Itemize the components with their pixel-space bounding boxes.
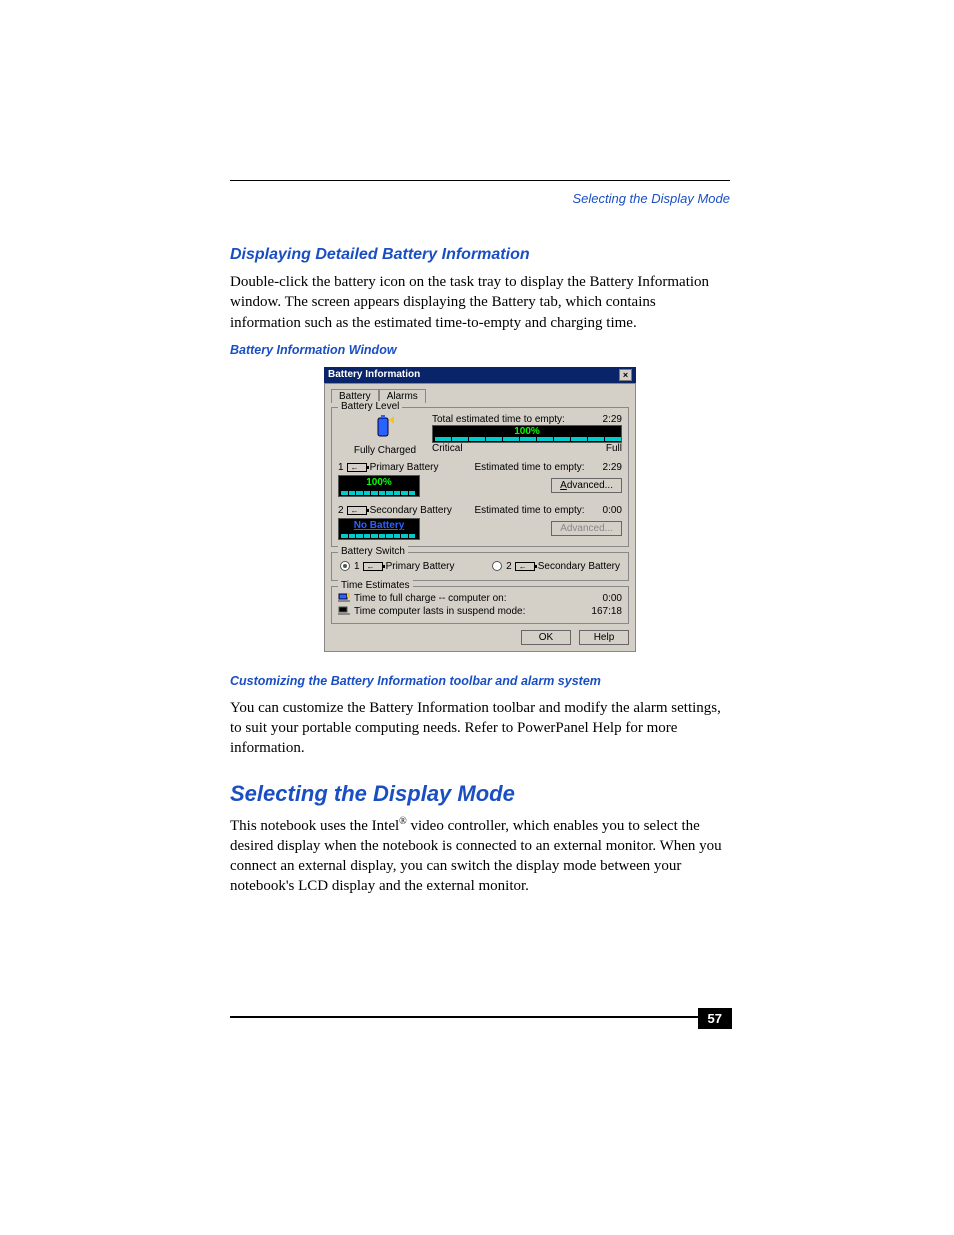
group-battery-switch: Battery Switch 1 ← Primary Battery 2 ← S… (331, 552, 629, 581)
label-critical: Critical (432, 443, 463, 454)
group-time-estimates: Time Estimates Time to full charge -- co… (331, 586, 629, 624)
page-footer: 57 (230, 1016, 730, 1018)
meter-total-text: 100% (514, 426, 540, 437)
battery-glyph-icon: ← (363, 562, 383, 571)
radio-icon (340, 561, 350, 571)
meter-secondary-text: No Battery (354, 520, 405, 531)
dialog-title: Battery Information (328, 369, 420, 380)
caption-battery-window: Battery Information Window (230, 343, 730, 357)
group-battery-level: Battery Level Fully Charged (331, 407, 629, 547)
laptop-icon (338, 606, 350, 616)
p3-part-a: This notebook uses the Intel (230, 818, 399, 834)
meter-total: 100% (432, 425, 622, 443)
registered-icon: ® (399, 816, 407, 827)
caption-customizing: Customizing the Battery Information tool… (230, 674, 730, 688)
help-button[interactable]: Help (579, 630, 629, 645)
radio-secondary[interactable]: 2 ← Secondary Battery (492, 561, 620, 572)
label-primary-est: Estimated time to empty: (474, 462, 584, 473)
label-total-est: Total estimated time to empty: (432, 414, 565, 425)
value-time-full: 0:00 (603, 593, 622, 604)
dialog-titlebar: Battery Information × (324, 367, 636, 383)
battery-glyph-icon: ← (347, 506, 367, 515)
running-header: Selecting the Display Mode (230, 191, 730, 206)
value-primary-est: 2:29 (603, 462, 622, 473)
label-secondary-est: Estimated time to empty: (474, 505, 584, 516)
meter-primary-text: 100% (366, 477, 392, 488)
group-title-level: Battery Level (338, 401, 402, 412)
paragraph-customizing: You can customize the Battery Informatio… (230, 698, 730, 759)
page-number: 57 (698, 1008, 732, 1029)
label-time-full: Time to full charge -- computer on: (354, 593, 506, 604)
top-rule (230, 180, 730, 181)
value-total-est: 2:29 (603, 414, 622, 425)
battery-icon (374, 414, 396, 443)
meter-secondary: No Battery (338, 518, 420, 540)
ok-button[interactable]: OK (521, 630, 571, 645)
advanced-button-primary[interactable]: Advanced... (551, 478, 622, 493)
paragraph-display-mode: This notebook uses the Intel® video cont… (230, 815, 730, 897)
label-secondary-battery: Secondary Battery (370, 505, 452, 516)
primary-index: 1 (338, 462, 344, 473)
group-title-switch: Battery Switch (338, 546, 408, 557)
label-fully-charged: Fully Charged (338, 445, 432, 456)
radio-icon (492, 561, 502, 571)
label-primary-battery: Primary Battery (370, 462, 439, 473)
laptop-icon (338, 593, 350, 603)
heading-detailed-battery: Displaying Detailed Battery Information (230, 246, 730, 264)
value-secondary-est: 0:00 (603, 505, 622, 516)
radio-primary[interactable]: 1 ← Primary Battery (340, 561, 454, 572)
close-icon[interactable]: × (619, 369, 632, 381)
paragraph-battery-intro: Double-click the battery icon on the tas… (230, 272, 730, 333)
value-time-suspend: 167:18 (591, 606, 622, 617)
meter-primary: 100% (338, 475, 420, 497)
advanced-button-secondary: Advanced... (551, 521, 622, 536)
group-title-time: Time Estimates (338, 580, 413, 591)
radio-secondary-label: Secondary Battery (538, 561, 620, 572)
secondary-index: 2 (338, 505, 344, 516)
battery-glyph-icon: ← (347, 463, 367, 472)
label-full: Full (606, 443, 622, 454)
battery-glyph-icon: ← (515, 562, 535, 571)
battery-info-dialog: Battery Information × Battery Alarms Bat… (324, 367, 636, 652)
heading-selecting-display-mode: Selecting the Display Mode (230, 781, 730, 807)
radio-primary-label: Primary Battery (386, 561, 455, 572)
label-time-suspend: Time computer lasts in suspend mode: (354, 606, 525, 617)
